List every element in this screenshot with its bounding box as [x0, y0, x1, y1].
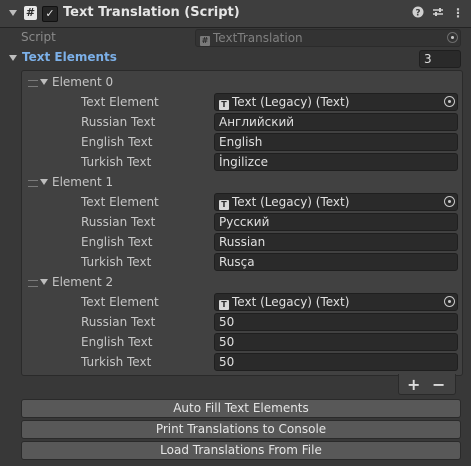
field-value: Text (Legacy) (Text) — [232, 95, 350, 109]
object-picker-icon[interactable] — [444, 96, 455, 107]
script-label: Script — [21, 30, 56, 44]
russian-text-field[interactable]: 50 — [214, 313, 458, 331]
svg-text:?: ? — [415, 9, 420, 19]
script-picker-icon — [447, 32, 458, 43]
text-component-icon: T — [219, 100, 229, 110]
script-field: # TextTranslation — [195, 29, 461, 47]
field-label: English Text — [81, 135, 153, 149]
component-enabled-checkbox[interactable]: ✓ — [42, 6, 58, 22]
element-title[interactable]: Element 0 — [52, 75, 113, 89]
english-text-field[interactable]: English — [214, 133, 458, 151]
field-label: Turkish Text — [81, 155, 152, 169]
russian-text-field[interactable]: Русский — [214, 213, 458, 231]
field-label: Text Element — [81, 95, 159, 109]
text-element-object-field[interactable]: T Text (Legacy) (Text) — [214, 193, 458, 211]
element-title[interactable]: Element 2 — [52, 275, 113, 289]
presets-icon[interactable] — [431, 6, 445, 21]
object-picker-icon[interactable] — [444, 196, 455, 207]
text-elements-foldout-icon[interactable] — [9, 55, 17, 61]
field-label: Turkish Text — [81, 355, 152, 369]
script-field-value: TextTranslation — [213, 31, 303, 45]
field-label: English Text — [81, 335, 153, 349]
text-elements-label[interactable]: Text Elements — [22, 50, 117, 64]
array-size-field[interactable]: 3 — [419, 50, 461, 68]
remove-element-button[interactable]: − — [432, 375, 445, 394]
element-foldout-icon[interactable] — [40, 279, 48, 285]
field-label: English Text — [81, 235, 153, 249]
help-icon[interactable]: ? — [411, 6, 425, 21]
field-label: Turkish Text — [81, 255, 152, 269]
turkish-text-field[interactable]: Rusça — [214, 253, 458, 271]
text-element-object-field[interactable]: T Text (Legacy) (Text) — [214, 293, 458, 311]
element-title[interactable]: Element 1 — [52, 175, 113, 189]
russian-text-field[interactable]: Английский — [214, 113, 458, 131]
text-component-icon: T — [219, 200, 229, 210]
element-foldout-icon[interactable] — [40, 79, 48, 85]
component-title: Text Translation (Script) — [63, 5, 240, 20]
object-picker-icon[interactable] — [444, 296, 455, 307]
component-foldout-arrow-icon[interactable] — [9, 10, 17, 16]
field-label: Russian Text — [81, 315, 156, 329]
script-asset-icon: # — [200, 36, 210, 46]
turkish-text-field[interactable]: İngilizce — [214, 153, 458, 171]
text-element-object-field[interactable]: T Text (Legacy) (Text) — [214, 93, 458, 111]
drag-handle-icon[interactable] — [28, 180, 38, 187]
drag-handle-icon[interactable] — [28, 280, 38, 287]
english-text-field[interactable]: Russian — [214, 233, 458, 251]
print-translations-button[interactable]: Print Translations to Console — [21, 420, 461, 439]
field-label: Russian Text — [81, 215, 156, 229]
add-element-button[interactable]: + — [407, 375, 420, 394]
element-foldout-icon[interactable] — [40, 179, 48, 185]
more-menu-icon[interactable]: ⋮ — [451, 6, 465, 20]
load-translations-button[interactable]: Load Translations From File — [21, 441, 461, 460]
field-value: Text (Legacy) (Text) — [232, 295, 350, 309]
field-value: Text (Legacy) (Text) — [232, 195, 350, 209]
field-label: Russian Text — [81, 115, 156, 129]
field-label: Text Element — [81, 195, 159, 209]
text-component-icon: T — [219, 300, 229, 310]
turkish-text-field[interactable]: 50 — [214, 353, 458, 371]
script-icon: # — [24, 6, 37, 20]
field-label: Text Element — [81, 295, 159, 309]
auto-fill-button[interactable]: Auto Fill Text Elements — [21, 399, 461, 418]
drag-handle-icon[interactable] — [28, 80, 38, 87]
english-text-field[interactable]: 50 — [214, 333, 458, 351]
